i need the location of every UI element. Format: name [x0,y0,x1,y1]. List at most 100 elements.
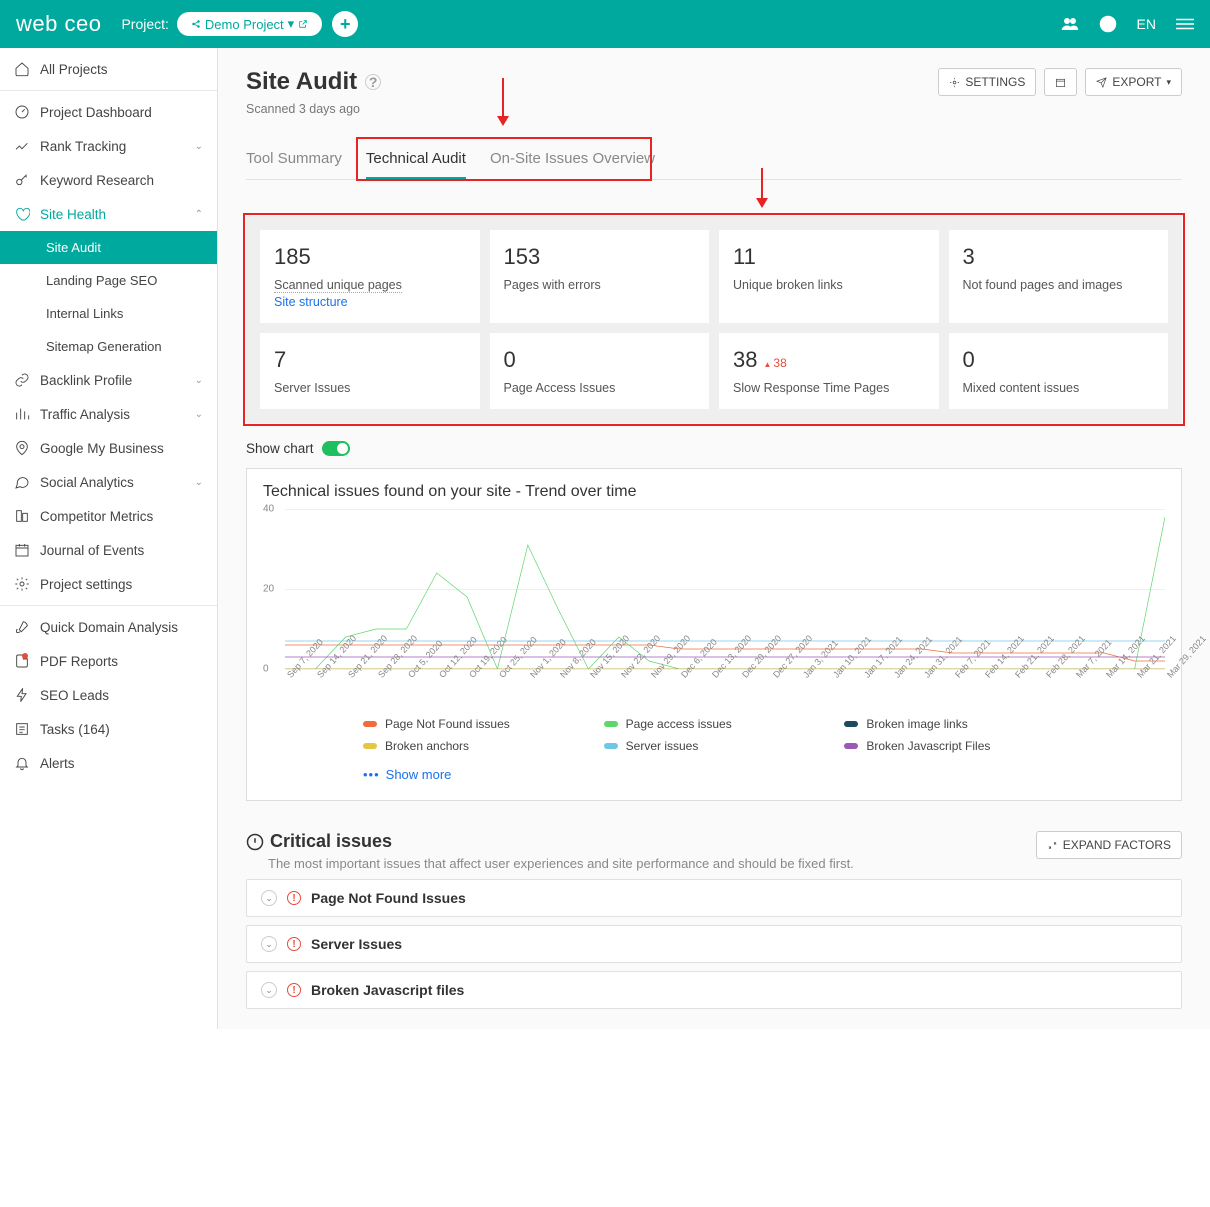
metric-label: Unique broken links [733,278,843,292]
export-button[interactable]: EXPORT▾ [1085,68,1182,96]
chevron-down-icon: ⌄ [261,982,277,998]
bars-icon [14,406,30,422]
legend-item[interactable]: Broken anchors [363,739,584,753]
menu-icon[interactable] [1176,15,1194,33]
sidebar-traffic-analysis[interactable]: Traffic Analysis⌄ [0,397,217,431]
sidebar-quick-domain-analysis[interactable]: Quick Domain Analysis [0,610,217,644]
critical-issues-title: Critical issues [246,831,854,852]
metric-value: 3 [963,244,1155,270]
sidebar-label: Keyword Research [40,173,154,188]
sidebar-all-projects[interactable]: All Projects [0,52,217,86]
sidebar-rank-tracking[interactable]: Rank Tracking⌄ [0,129,217,163]
pin-icon [14,440,30,456]
metric-label: Server Issues [274,381,350,395]
project-selector[interactable]: Demo Project ▾ [177,12,322,36]
site-structure-link[interactable]: Site structure [274,295,466,309]
sidebar-social-analytics[interactable]: Social Analytics⌄ [0,465,217,499]
issue-row[interactable]: ⌄!Broken Javascript files [246,971,1182,1009]
legend-item[interactable]: Page access issues [604,717,825,731]
language-selector[interactable]: EN [1137,16,1156,32]
settings-button[interactable]: SETTINGS [938,68,1036,96]
sidebar-pdf-reports[interactable]: PDF Reports [0,644,217,678]
x-tick-label: Jan 3, 2021 [801,673,826,696]
sidebar-label: Journal of Events [40,543,144,558]
x-tick-label: Sep 28, 2020 [376,673,401,696]
metric-value: 3838 [733,347,925,373]
x-tick-label: Jan 10, 2021 [831,673,856,696]
sidebar-seo-leads[interactable]: SEO Leads [0,678,217,712]
tab-tool-summary[interactable]: Tool Summary [246,140,342,179]
legend-label: Page Not Found issues [385,717,510,731]
metric-card[interactable]: 3838Slow Response Time Pages [719,333,939,409]
logo: web ceo [16,11,101,37]
show-chart-toggle[interactable] [322,441,350,456]
sidebar-journal-of-events[interactable]: Journal of Events [0,533,217,567]
metric-card[interactable]: 153Pages with errors [490,230,710,323]
add-project-button[interactable]: + [332,11,358,37]
tab-technical-audit[interactable]: Technical Audit [366,140,466,179]
sidebar-site-health[interactable]: Site Health⌃ [0,197,217,231]
chevron-down-icon: ⌄ [195,375,203,386]
home-icon [14,61,30,77]
calendar-button[interactable] [1044,68,1077,96]
legend-item[interactable]: Broken image links [844,717,1065,731]
sidebar-keyword-research[interactable]: Keyword Research [0,163,217,197]
metric-card[interactable]: 185Scanned unique pagesSite structure [260,230,480,323]
tab-onsite-issues[interactable]: On-Site Issues Overview [490,140,655,179]
gear-icon [14,576,30,592]
heart-icon [14,206,30,222]
x-tick-label: Mar 29, 2021 [1165,673,1190,696]
metric-card[interactable]: 11 Unique broken links [719,230,939,323]
x-tick-label: Oct 12, 2020 [437,673,462,696]
legend-item[interactable]: Page Not Found issues [363,717,584,731]
x-tick-label: Nov 22, 2020 [619,673,644,696]
chevron-down-icon: ⌄ [195,141,203,152]
sidebar-competitor-metrics[interactable]: Competitor Metrics [0,499,217,533]
sidebar-landing-page-seo[interactable]: Landing Page SEO [0,264,217,297]
legend-item[interactable]: Server issues [604,739,825,753]
sidebar-alerts[interactable]: Alerts [0,746,217,780]
show-more-button[interactable]: Show more [263,763,1165,796]
legend-item[interactable]: Broken Javascript Files [844,739,1065,753]
issue-row[interactable]: ⌄!Page Not Found Issues [246,879,1182,917]
metric-value: 0 [504,347,696,373]
metric-card[interactable]: 0Mixed content issues [949,333,1169,409]
sidebar-project-settings[interactable]: Project settings [0,567,217,601]
metric-value: 11 [733,244,925,270]
sidebar-site-audit[interactable]: Site Audit [0,231,217,264]
warning-icon: ! [287,891,301,905]
metric-card[interactable]: 0Page Access Issues [490,333,710,409]
sidebar-internal-links[interactable]: Internal Links [0,297,217,330]
metric-card[interactable]: 7 Server Issues [260,333,480,409]
notification-dot [22,653,28,659]
sidebar-project-dashboard[interactable]: Project Dashboard [0,95,217,129]
warning-icon: ! [287,937,301,951]
chevron-down-icon: ⌄ [261,890,277,906]
expand-factors-button[interactable]: EXPAND FACTORS [1036,831,1182,859]
main-content: Site Audit ? Scanned 3 days ago SETTINGS… [218,48,1210,1029]
metric-value: 7 [274,347,466,373]
rocket-icon [14,619,30,635]
scanned-info: Scanned 3 days ago [246,102,381,116]
sidebar-tasks[interactable]: Tasks (164) [0,712,217,746]
chart-title: Technical issues found on your site - Tr… [263,483,1165,501]
sidebar-label: Competitor Metrics [40,509,153,524]
help-icon[interactable] [1099,15,1117,33]
users-icon[interactable] [1061,15,1079,33]
chart-area: 02040 [285,509,1165,669]
metric-card[interactable]: 3Not found pages and images [949,230,1169,323]
sidebar-label: Project settings [40,577,132,592]
sidebar-sitemap-generation[interactable]: Sitemap Generation [0,330,217,363]
legend-label: Server issues [626,739,699,753]
sidebar-google-my-business[interactable]: Google My Business [0,431,217,465]
calendar-icon [1055,77,1066,88]
sidebar-backlink-profile[interactable]: Backlink Profile⌄ [0,363,217,397]
y-tick-label: 0 [263,664,269,675]
x-tick-label: Jan 24, 2021 [892,673,917,696]
help-icon[interactable]: ? [365,74,381,90]
gear-icon [949,77,960,88]
issue-row[interactable]: ⌄!Server Issues [246,925,1182,963]
sidebar-label: Site Health [40,207,106,222]
chat-icon [14,474,30,490]
metric-value: 185 [274,244,466,270]
